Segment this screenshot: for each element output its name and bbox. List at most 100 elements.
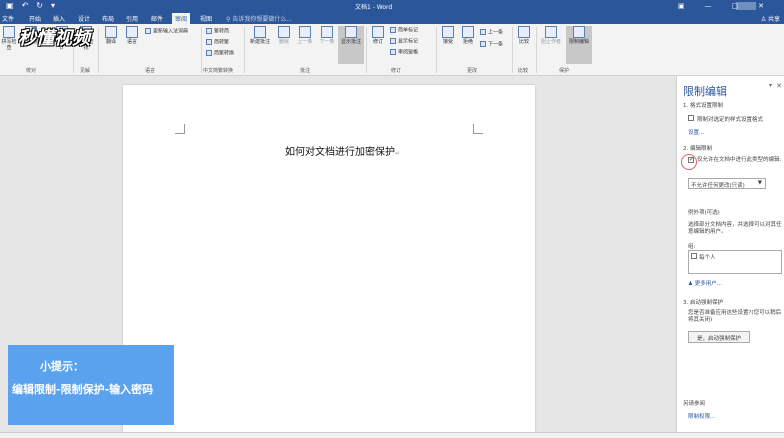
ribbon-tabs: 文件 开始 插入 设计 布局 引用 邮件 审阅 视图 ⚲ 告诉我你想要做什么..… (0, 12, 784, 24)
compare-button[interactable]: 比较 (515, 26, 533, 45)
markup-icon (390, 38, 396, 44)
group-label-tracking: 修订 (391, 68, 402, 74)
margin-mark (473, 124, 483, 134)
convert-button[interactable]: 简繁转换 (206, 50, 234, 57)
start-enforcing-button[interactable]: 是，启动强制保护 (688, 331, 750, 343)
settings-link[interactable]: 设置... (688, 128, 704, 136)
language-button[interactable]: 语言 (124, 26, 140, 45)
users-icon: ♟ (688, 281, 693, 287)
close-icon[interactable]: ✕ (758, 0, 764, 12)
separator (536, 27, 537, 73)
convert-icon (206, 39, 212, 45)
separator (201, 27, 202, 73)
restrict-editing-icon (573, 26, 585, 38)
accept-button[interactable]: 接受 (440, 26, 456, 45)
tab-view[interactable]: 视图 (200, 14, 212, 23)
simp-to-trad-button[interactable]: 简转繁 (206, 39, 229, 46)
everyone-checkbox[interactable] (691, 253, 697, 259)
exceptions-title: 例外项(可选) (688, 210, 720, 216)
pane-options-icon[interactable]: ▾ (769, 82, 772, 89)
update-ime-button[interactable]: 更新输入法词典 (145, 28, 188, 35)
document-text[interactable]: 如何对文档进行加密保护↵ (285, 143, 400, 158)
next-comment-button[interactable]: 下一条 (316, 26, 338, 45)
document-canvas[interactable]: 如何对文档进行加密保护↵ 小提示： 编辑限制-限制保护-输入密码 (0, 76, 676, 438)
convert-icon (206, 50, 212, 56)
prev-comment-button[interactable]: 上一条 (294, 26, 316, 45)
block-authors-button[interactable]: 阻止作者 (538, 26, 564, 45)
minimize-icon[interactable]: — (705, 0, 712, 12)
section-editing-title: 2. 编辑限制 (683, 146, 712, 152)
translate-button[interactable]: 翻译 (103, 26, 119, 45)
separator (436, 27, 437, 73)
restrict-editing-button[interactable]: 限制编辑 (566, 26, 592, 64)
show-comments-button[interactable]: 显示批注 (338, 26, 364, 64)
more-users-link[interactable]: ♟ 更多用户... (688, 279, 722, 287)
spelling-icon (3, 26, 15, 38)
simple-markup-select[interactable]: 简单标记 (390, 27, 418, 34)
tab-file[interactable]: 文件 (2, 14, 14, 23)
maximize-icon[interactable]: ▢ (732, 0, 739, 12)
new-comment-icon (254, 26, 266, 38)
restrict-permission-link[interactable]: 限制权限... (688, 412, 715, 420)
track-changes-icon (372, 26, 384, 38)
new-comment-button[interactable]: 新建批注 (247, 26, 273, 45)
see-also-title: 另请参阅 (683, 401, 706, 407)
tip-title: 小提示： (40, 360, 84, 373)
format-restriction-checkbox[interactable] (688, 115, 694, 121)
chevron-down-icon: ▼ (757, 180, 762, 186)
share-button[interactable]: ♙ 共享 (761, 14, 780, 23)
prev-change-button[interactable]: 上一条 (480, 29, 503, 36)
markup-icon (390, 27, 396, 33)
group-label-compare: 比较 (518, 68, 529, 74)
prev-icon (480, 29, 486, 35)
tab-references[interactable]: 引用 (126, 14, 138, 23)
delete-comment-button[interactable]: 删除 (275, 26, 293, 45)
section-enforce-title: 3. 启动强制保护 (683, 300, 723, 306)
redo-icon[interactable]: ↻ (36, 1, 43, 10)
document-page[interactable]: 如何对文档进行加密保护↵ (123, 85, 535, 438)
group-label-insights: 见解 (80, 68, 91, 74)
convert-icon (206, 28, 212, 34)
group-label-comments: 批注 (300, 68, 311, 74)
tab-review[interactable]: 审阅 (172, 13, 191, 24)
spelling-button[interactable]: 拼写检查 (1, 26, 17, 51)
pane-close-icon[interactable]: ✕ (776, 82, 782, 90)
separator (366, 27, 367, 73)
tab-design[interactable]: 设计 (78, 14, 90, 23)
editing-type-select[interactable]: 不允许任何更改(只读) ▼ (688, 178, 766, 189)
reject-icon (462, 26, 474, 38)
tab-mailings[interactable]: 邮件 (151, 14, 163, 23)
group-label-changes: 更改 (467, 68, 478, 74)
group-label-chinese-conversion: 中文简繁转换 (203, 68, 234, 74)
next-icon (321, 26, 333, 38)
review-pane-button[interactable]: 审阅窗格 (390, 49, 418, 56)
trad-to-simp-button[interactable]: 繁转简 (206, 28, 229, 35)
ribbon-options-icon[interactable]: ▣ (678, 0, 685, 12)
pane-icon (390, 49, 396, 55)
show-markup-button[interactable]: 显示标记 (390, 38, 418, 45)
tell-me-search[interactable]: ⚲ 告诉我你想要做什么... (226, 14, 292, 23)
tip-text: 编辑限制-限制保护-输入密码 (12, 383, 154, 396)
customize-icon[interactable]: ▾ (51, 1, 55, 10)
title-bar: ▣ ↶ ↻ ▾ 文档1 - Word ▣ — ▢ ✕ (0, 0, 784, 12)
pane-title: 限制编辑 (683, 85, 727, 98)
group-label-language: 语言 (145, 68, 156, 74)
tab-home[interactable]: 开始 (29, 14, 41, 23)
undo-icon[interactable]: ↶ (22, 1, 29, 10)
margin-mark (175, 124, 185, 134)
editing-restriction-checkbox[interactable]: ✓ (688, 157, 694, 163)
groups-list[interactable]: 每个人 (688, 250, 782, 274)
save-icon[interactable]: ▣ (6, 1, 14, 10)
enforce-description: 您是否准备应用这些设置?(您可以稍后将其关闭) (688, 310, 782, 323)
group-label-protect: 保护 (559, 68, 570, 74)
reject-button[interactable]: 拒绝 (460, 26, 476, 45)
track-changes-button[interactable]: 修订 (370, 26, 386, 45)
prev-icon (299, 26, 311, 38)
format-restriction-label: 限制对选定的样式设置格式 (697, 117, 764, 123)
accept-icon (442, 26, 454, 38)
next-change-button[interactable]: 下一条 (480, 41, 503, 48)
tab-insert[interactable]: 插入 (53, 14, 65, 23)
paragraph-mark: ↵ (395, 150, 401, 157)
tab-layout[interactable]: 布局 (102, 14, 114, 23)
separator (98, 27, 99, 73)
